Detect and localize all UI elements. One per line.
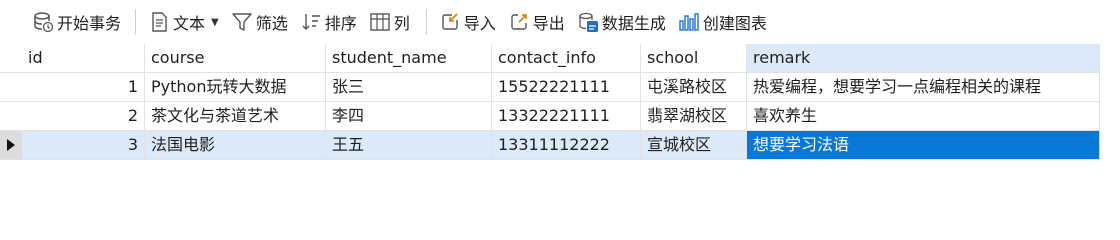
column-header-student-name[interactable]: student_name [326,44,492,73]
row-gutter[interactable] [0,131,22,160]
row-gutter[interactable] [0,102,22,131]
cell-remark-focused[interactable]: 想要学习法语 [747,131,1100,160]
text-label: 文本 [173,14,206,33]
cell-school[interactable]: 宣城校区 [641,131,747,160]
current-row-pointer-icon [7,139,15,151]
toolbar: 开始事务 文本 ▼ 筛选 排序 列 导入 导出 数据生成 创建图表 [0,0,1120,44]
import-button[interactable]: 导入 [433,6,502,38]
begin-transaction-button[interactable]: 开始事务 [26,6,127,38]
cell-id[interactable]: 1 [22,73,145,102]
data-grid: id course student_name contact_info scho… [0,44,1100,160]
begin-transaction-label: 开始事务 [57,14,122,33]
toolbar-divider [135,9,137,35]
cell-id[interactable]: 3 [22,131,145,160]
cell-school[interactable]: 翡翠湖校区 [641,102,747,131]
cell-remark[interactable]: 热爱编程，想要学习一点编程相关的课程 [747,73,1100,102]
filter-label: 筛选 [255,14,288,33]
filter-button[interactable]: 筛选 [225,6,294,38]
document-icon [152,12,167,32]
sort-button[interactable]: 排序 [294,6,363,38]
row-gutter[interactable] [0,73,22,102]
cell-course[interactable]: 法国电影 [145,131,326,160]
column-header-school[interactable]: school [641,44,747,73]
import-icon [442,13,458,30]
chevron-down-icon[interactable]: ▼ [211,17,219,28]
cell-contact-info[interactable]: 15522221111 [492,73,641,102]
data-generation-button[interactable]: 数据生成 [571,6,672,38]
export-icon [511,14,527,30]
cell-student-name[interactable]: 王五 [326,131,492,160]
table-row[interactable]: 1 Python玩转大数据 张三 15522221111 屯溪路校区 热爱编程，… [0,73,1100,102]
export-label: 导出 [532,14,565,33]
table-row-selected[interactable]: 3 法国电影 王五 13311112222 宣城校区 想要学习法语 [0,131,1100,160]
row-gutter-header [0,44,22,73]
table-row[interactable]: 2 茶文化与茶道艺术 李四 13322221111 翡翠湖校区 喜欢养生 [0,102,1100,131]
cell-contact-info[interactable]: 13322221111 [492,102,641,131]
create-chart-label: 创建图表 [702,14,767,33]
column-header-id[interactable]: id [22,44,145,73]
cell-contact-info[interactable]: 13311112222 [492,131,641,160]
cell-course[interactable]: Python玩转大数据 [145,73,326,102]
cell-remark[interactable]: 喜欢养生 [747,102,1100,131]
columns-icon [370,13,390,31]
cell-course[interactable]: 茶文化与茶道艺术 [145,102,326,131]
cell-id[interactable]: 2 [22,102,145,131]
columns-button[interactable]: 列 [363,6,416,38]
columns-label: 列 [393,14,410,33]
sort-icon [302,14,320,30]
cell-student-name[interactable]: 张三 [326,73,492,102]
cell-school[interactable]: 屯溪路校区 [641,73,747,102]
sort-label: 排序 [324,14,357,33]
chart-icon [679,13,699,31]
import-label: 导入 [463,14,496,33]
toolbar-divider [425,9,427,35]
database-icon [34,12,54,33]
column-header-remark[interactable]: remark [747,44,1100,73]
export-button[interactable]: 导出 [502,6,571,38]
column-header-contact-info[interactable]: contact_info [492,44,641,73]
cell-student-name[interactable]: 李四 [326,102,492,131]
filter-icon [232,13,252,31]
data-generation-icon [579,12,598,32]
data-generation-label: 数据生成 [601,14,666,33]
create-chart-button[interactable]: 创建图表 [672,6,773,38]
text-button[interactable]: 文本 ▼ [142,6,225,38]
header-row: id course student_name contact_info scho… [0,44,1100,73]
column-header-course[interactable]: course [145,44,326,73]
